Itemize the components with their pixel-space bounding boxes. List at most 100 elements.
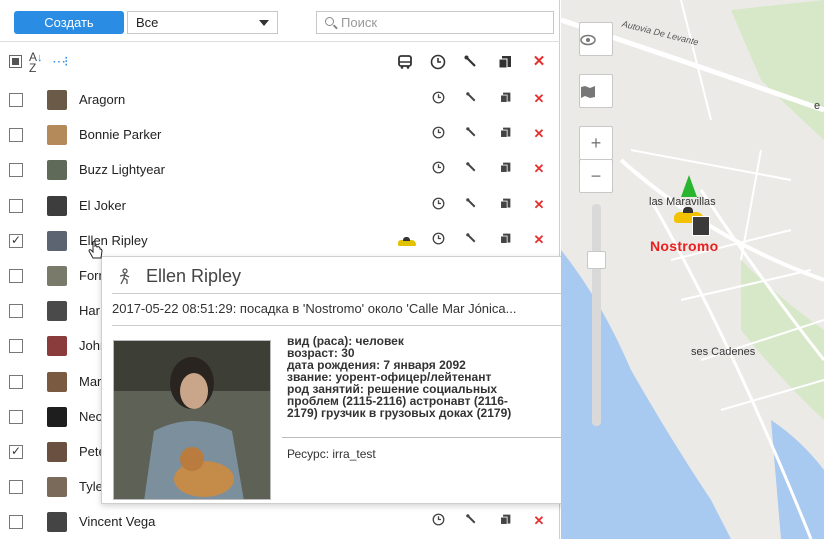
avatar xyxy=(47,477,67,498)
object-name[interactable]: Neo xyxy=(79,409,103,424)
row-checkbox[interactable] xyxy=(9,374,23,389)
select-all-checkbox[interactable] xyxy=(9,55,22,68)
avatar xyxy=(47,336,67,357)
clock-icon[interactable] xyxy=(429,513,447,530)
row-checkbox[interactable] xyxy=(9,269,23,283)
group-icon[interactable]: ⋯⁝ xyxy=(52,53,69,70)
avatar xyxy=(47,301,67,322)
vehicle-icon xyxy=(396,232,418,248)
row-checkbox[interactable] xyxy=(9,128,23,143)
zoom-in-button[interactable]: + xyxy=(579,126,613,160)
person-marker[interactable] xyxy=(692,216,710,236)
list-header: A↓ Z ⋯⁝ ✕ xyxy=(0,47,560,77)
search-input[interactable]: Поиск xyxy=(316,11,554,34)
row-checkbox[interactable] xyxy=(9,233,23,248)
zoom-slider-track[interactable] xyxy=(592,204,601,426)
map-label-place: ses Cadenes xyxy=(691,346,756,358)
popup-resource: Ресурс: irra_test xyxy=(287,447,376,461)
create-button[interactable]: Создать xyxy=(14,11,124,34)
map-layers-button[interactable] xyxy=(579,74,613,108)
clock-icon[interactable] xyxy=(429,197,447,214)
object-name[interactable]: Forr xyxy=(79,268,103,283)
avatar xyxy=(47,90,67,110)
clock-icon[interactable] xyxy=(429,91,447,108)
delete-icon[interactable]: ✕ xyxy=(530,54,548,70)
row-checkbox[interactable] xyxy=(9,444,23,459)
wrench-icon[interactable] xyxy=(462,126,480,143)
object-name[interactable]: Har xyxy=(79,303,100,318)
row-checkbox[interactable] xyxy=(9,304,23,319)
avatar xyxy=(47,406,67,427)
object-name[interactable]: Tyle xyxy=(79,479,103,494)
toolbar: Создать Все Поиск xyxy=(0,0,560,42)
avatar xyxy=(47,160,67,181)
object-name[interactable]: Aragorn xyxy=(79,92,125,107)
map-view[interactable]: Autovia De Levante e las Maravillas ses … xyxy=(561,0,824,539)
list-item[interactable]: El Joker ✕ xyxy=(0,188,560,223)
copy-icon[interactable] xyxy=(496,126,514,143)
clock-icon[interactable] xyxy=(429,232,447,249)
wrench-icon[interactable] xyxy=(462,161,480,178)
row-checkbox[interactable] xyxy=(9,339,23,354)
wrench-icon[interactable] xyxy=(462,513,480,530)
vehicle-label[interactable]: Nostromo xyxy=(650,238,719,254)
row-checkbox[interactable] xyxy=(9,515,23,530)
wrench-icon[interactable] xyxy=(462,197,480,214)
list-item[interactable]: Ellen Ripley✕ xyxy=(0,223,560,258)
delete-icon[interactable]: ✕ xyxy=(530,232,548,248)
search-placeholder: Поиск xyxy=(341,15,378,30)
copy-icon[interactable] xyxy=(496,513,514,530)
delete-icon[interactable]: ✕ xyxy=(530,161,548,177)
divider xyxy=(282,437,577,438)
list-item[interactable]: Bonnie Parker ✕ xyxy=(0,117,560,152)
wrench-icon[interactable] xyxy=(462,232,480,249)
map-icon xyxy=(581,86,595,98)
zoom-out-button[interactable]: − xyxy=(579,159,613,193)
wrench-icon[interactable] xyxy=(462,91,480,108)
object-name[interactable]: Vincent Vega xyxy=(79,514,155,529)
filter-select-value: Все xyxy=(136,15,159,30)
person-walking-icon xyxy=(119,268,130,285)
row-checkbox[interactable] xyxy=(9,163,23,178)
delete-icon[interactable]: ✕ xyxy=(530,91,548,107)
copy-icon[interactable] xyxy=(496,232,514,249)
object-name[interactable]: Buzz Lightyear xyxy=(79,162,165,177)
avatar xyxy=(47,125,67,146)
navigation-arrow-icon xyxy=(681,175,697,197)
object-name[interactable]: Bonnie Parker xyxy=(79,127,161,142)
wrench-icon[interactable] xyxy=(462,54,480,74)
sort-az-icon[interactable]: A↓ Z xyxy=(29,51,43,74)
map-label-place: las Maravillas xyxy=(649,196,716,208)
row-checkbox[interactable] xyxy=(9,480,23,495)
copy-icon[interactable] xyxy=(496,91,514,108)
delete-icon[interactable]: ✕ xyxy=(530,197,548,213)
avatar xyxy=(47,266,67,286)
avatar xyxy=(47,230,67,251)
eye-icon xyxy=(580,34,596,46)
list-item[interactable]: Buzz Lightyear ✕ xyxy=(0,152,560,187)
copy-icon[interactable] xyxy=(496,54,514,74)
list-item[interactable]: Vincent Vega ✕ xyxy=(0,504,560,539)
popup-title: Ellen Ripley xyxy=(146,266,242,286)
copy-icon[interactable] xyxy=(496,197,514,214)
visibility-button[interactable] xyxy=(579,22,613,56)
copy-icon[interactable] xyxy=(496,161,514,178)
zoom-slider-handle[interactable] xyxy=(587,251,606,269)
clock-icon[interactable] xyxy=(429,54,447,74)
clock-icon[interactable] xyxy=(429,126,447,143)
divider xyxy=(112,325,572,326)
bus-icon[interactable] xyxy=(396,54,414,74)
search-icon xyxy=(325,17,334,26)
avatar xyxy=(47,371,67,392)
person-photo xyxy=(113,340,271,500)
row-checkbox[interactable] xyxy=(9,409,23,424)
object-name[interactable]: El Joker xyxy=(79,198,126,213)
filter-select[interactable]: Все xyxy=(127,11,278,34)
delete-icon[interactable]: ✕ xyxy=(530,513,548,529)
row-checkbox[interactable] xyxy=(9,198,23,213)
row-checkbox[interactable] xyxy=(9,93,23,107)
list-item[interactable]: Aragorn ✕ xyxy=(0,82,560,117)
map-label-edge: e xyxy=(814,100,821,112)
delete-icon[interactable]: ✕ xyxy=(530,126,548,142)
clock-icon[interactable] xyxy=(429,161,447,178)
